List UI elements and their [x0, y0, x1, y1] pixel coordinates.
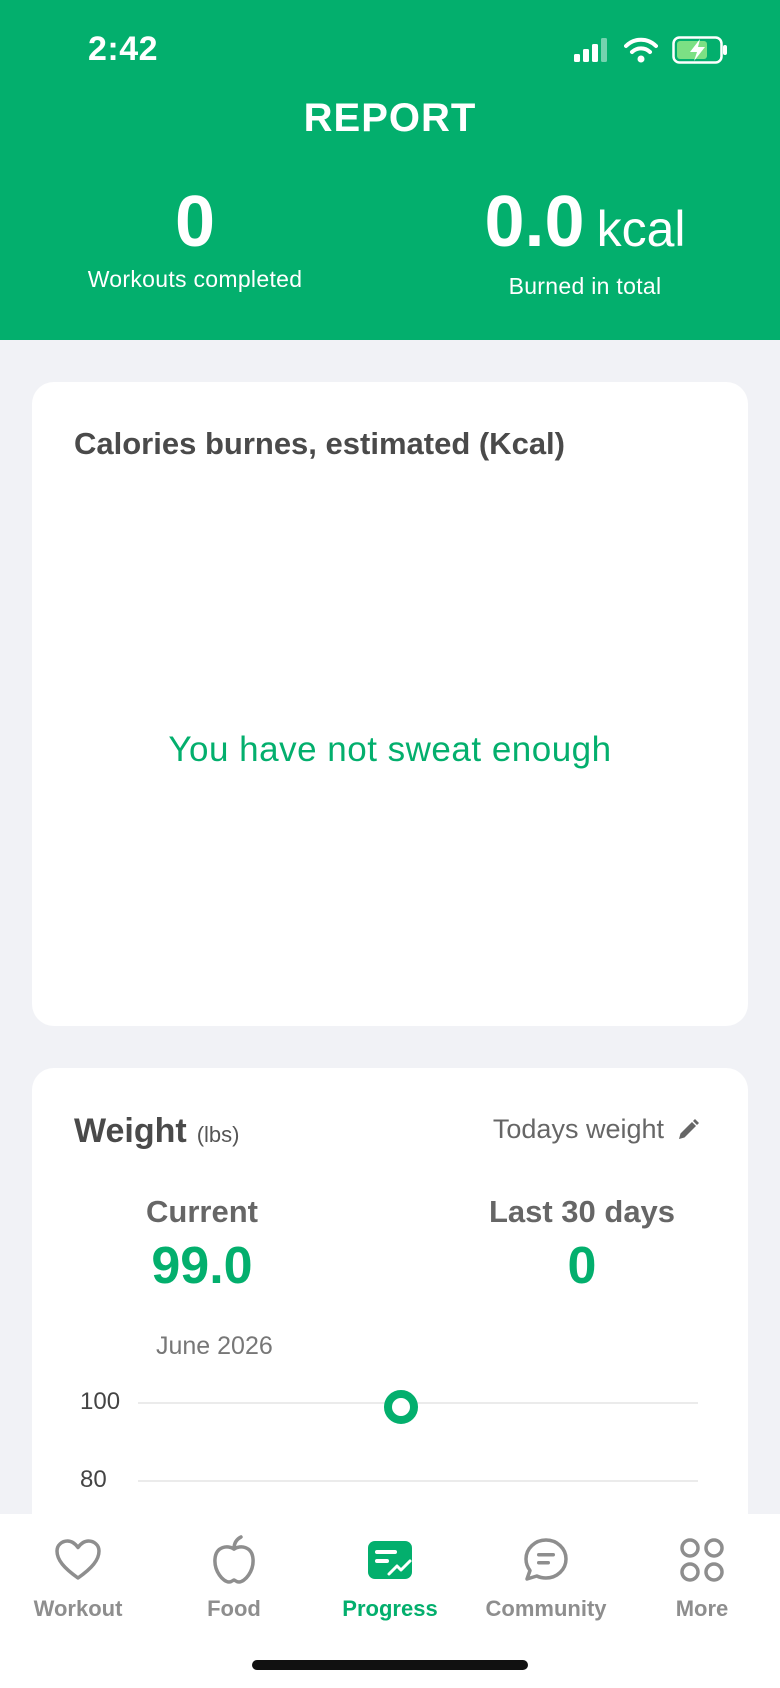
burned-value: 0.0: [484, 182, 585, 262]
weight-title: Weight (lbs): [74, 1112, 239, 1151]
weight-unit: (lbs): [196, 1122, 240, 1147]
tab-workout[interactable]: Workout: [0, 1534, 156, 1622]
calories-card: Calories burnes, estimated (Kcal) You ha…: [32, 382, 748, 1026]
report-header: 2:42 REPORT 0 Workouts completed 0.0 kcal…: [0, 0, 780, 340]
wifi-icon: [624, 37, 658, 63]
y-tick-100: 100: [80, 1388, 121, 1415]
tab-progress-label: Progress: [342, 1596, 438, 1621]
apple-icon: [213, 1535, 255, 1584]
todays-weight-label: Todays weight: [492, 1114, 664, 1144]
current-weight-value: 99.0: [151, 1237, 253, 1295]
tab-food[interactable]: Food: [156, 1534, 312, 1622]
pencil-icon: [679, 1118, 699, 1139]
workouts-stat: 0 Workouts completed: [70, 186, 320, 293]
chart-month-label: June 2026: [156, 1332, 273, 1360]
tab-more-label: More: [675, 1596, 729, 1621]
current-weight-label: Current: [146, 1194, 258, 1229]
current-weight-stat: Current 99.0: [102, 1194, 302, 1296]
burned-unit: kcal: [596, 201, 686, 257]
last30-label: Last 30 days: [488, 1194, 676, 1229]
tab-food-label: Food: [207, 1596, 261, 1621]
burned-label: Burned in total: [508, 273, 662, 299]
tab-community[interactable]: Community: [468, 1534, 624, 1622]
tab-more[interactable]: More: [624, 1534, 780, 1622]
calories-empty-message: You have not sweat enough: [168, 730, 612, 769]
y-tick-80: 80: [80, 1466, 107, 1493]
progress-icon: [368, 1541, 412, 1579]
tab-community-label: Community: [485, 1596, 607, 1621]
home-indicator: [252, 1660, 528, 1670]
chat-icon: [524, 1538, 568, 1581]
gridline-100: [138, 1402, 698, 1404]
last30-stat: Last 30 days 0: [432, 1194, 732, 1296]
workouts-label: Workouts completed: [87, 266, 303, 292]
tab-progress[interactable]: Progress: [312, 1534, 468, 1622]
gridline-80: [138, 1480, 698, 1482]
tab-workout-label: Workout: [33, 1596, 123, 1621]
grid-icon: [680, 1538, 724, 1582]
burned-stat: 0.0 kcal Burned in total: [440, 186, 730, 300]
status-time: 2:42: [88, 30, 159, 68]
heart-icon: [55, 1539, 101, 1580]
todays-weight-button[interactable]: Todays weight: [493, 1114, 700, 1145]
weight-title-text: Weight: [74, 1112, 187, 1150]
calories-card-title: Calories burnes, estimated (Kcal): [74, 426, 565, 461]
status-icons: [574, 36, 728, 64]
page-title: REPORT: [303, 96, 477, 140]
weight-data-point[interactable]: [384, 1389, 418, 1424]
workouts-value: 0: [174, 182, 216, 262]
battery-icon: [672, 36, 727, 64]
last30-value: 0: [567, 1237, 597, 1295]
signal-icon: [574, 38, 607, 62]
